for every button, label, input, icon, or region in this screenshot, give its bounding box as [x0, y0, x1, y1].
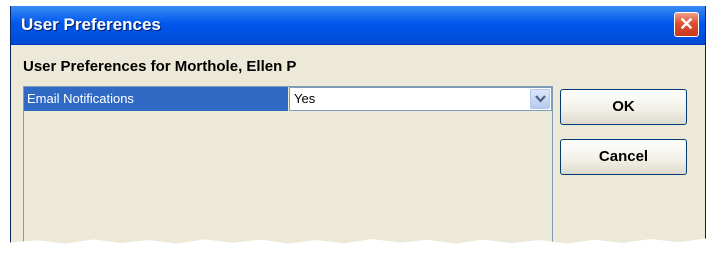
preference-value-dropdown[interactable]: Yes [289, 87, 552, 111]
preferences-heading: User Preferences for Morthole, Ellen P [23, 58, 297, 75]
close-icon: ✕ [678, 14, 695, 34]
preferences-grid: Email Notifications Yes [23, 86, 553, 244]
preference-label[interactable]: Email Notifications [24, 87, 288, 111]
preference-value: Yes [294, 91, 316, 106]
dialog-title: User Preferences [21, 15, 161, 34]
preference-row[interactable]: Email Notifications Yes [24, 87, 552, 111]
chevron-down-icon [535, 95, 546, 103]
title-bar[interactable]: User Preferences ✕ [11, 6, 705, 45]
dropdown-button[interactable] [530, 89, 550, 109]
user-preferences-dialog: User Preferences ✕ User Preferences for … [10, 6, 706, 244]
close-button[interactable]: ✕ [674, 12, 699, 37]
ok-button[interactable]: OK [560, 89, 687, 125]
cancel-button[interactable]: Cancel [560, 139, 687, 175]
